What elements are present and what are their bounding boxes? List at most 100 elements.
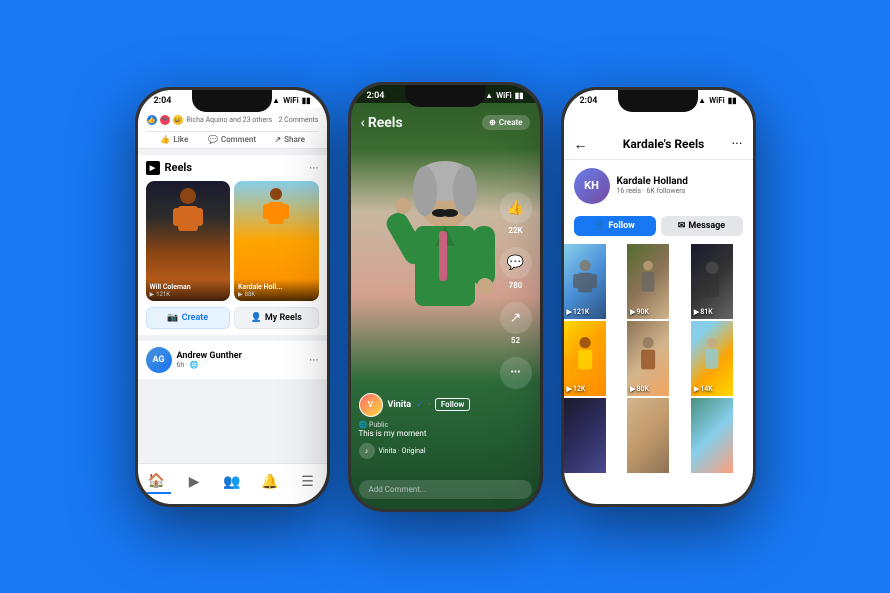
profile-reel-4[interactable]: ▶ 12K [564,321,606,396]
profile-details: Kardale Holland 16 reels · 6K followers [617,176,688,195]
more-action-icon: ••• [500,357,532,389]
nav-menu[interactable]: ☰ [293,470,323,494]
post-avatar: AG [146,347,172,373]
screen-right: 2:04 ▲▲▲ WiFi ▮▮ ← Kardale's Reels ··· K… [564,90,753,504]
comment-button[interactable]: 💬 Comment [203,135,261,144]
reel-public: 🌐 Public [359,421,490,429]
comments-count: 2 Comments [279,116,319,124]
reels-more[interactable]: ··· [309,161,318,175]
more-action[interactable]: ••• [500,357,532,389]
wifi-center: WiFi [496,91,512,100]
profile-info: KH Kardale Holland 16 reels · 6K followe… [564,160,753,212]
profile-back-button[interactable]: ← [574,136,588,153]
my-reels-icon: 👤 [251,313,262,323]
profile-title: Kardale's Reels [596,137,732,151]
message-profile-button[interactable]: ✉ Message [661,216,743,236]
profile-reel-8[interactable] [627,398,669,473]
reel-card-1[interactable]: Will Coleman ▶ 121K [146,181,231,301]
comment-bar[interactable]: Add Comment... [359,480,532,499]
nav-people[interactable]: 👥 [217,470,247,494]
person-svg [385,161,505,391]
post-time: 6h · 🌐 [177,361,242,369]
follow-profile-button[interactable]: 👤 Follow [574,216,656,236]
post-meta: Andrew Gunther 6h · 🌐 [177,351,242,369]
comment-icon: 💬 [208,135,218,144]
nav-bell[interactable]: 🔔 [255,470,285,494]
post-author: Andrew Gunther [177,351,242,361]
reel-card-2[interactable]: Kardale Holl... ▶ 88K [234,181,319,301]
like-button[interactable]: 👍 Like [146,135,204,144]
profile-reel-7[interactable] [564,398,606,473]
profile-reel-6[interactable]: ▶ 14K [691,321,733,396]
reel-overlay-2: Kardale Holl... ▶ 88K [234,279,319,301]
follow-icon: 👤 [594,221,605,231]
reels-section: ▶ Reels ··· [138,155,327,335]
reel1-views: ▶ 121K [150,291,227,298]
profile-stats: 16 reels · 6K followers [617,187,688,195]
notch-center [405,85,485,107]
bottom-nav: 🏠 ▶ 👥 🔔 ☰ [138,463,327,504]
reel-views-4: ▶ 12K [567,385,586,393]
fb-actions: 👍 Like 💬 Comment ↗ Share [146,131,319,144]
profile-reel-1[interactable]: ▶ 121K [564,244,606,319]
create-button[interactable]: 📷 Create [146,307,231,329]
reel-views-5: ▶ 80K [630,385,649,393]
battery-icon: ▮▮ [302,96,311,105]
post-header: AG Andrew Gunther 6h · 🌐 ··· [146,347,319,373]
camera-icon: ⊕ [489,118,496,127]
nav-home[interactable]: 🏠 [141,470,171,494]
right-actions: 👍 22K 💬 780 ↗ 52 ••• [500,192,532,389]
reel-buttons: 📷 Create 👤 My Reels [146,307,319,329]
follow-button[interactable]: Follow [435,398,470,411]
profile-reel-3[interactable]: ▶ 81K [691,244,733,319]
profile-reel-5[interactable]: ▶ 80K [627,321,669,396]
create-reel-button[interactable]: ⊕ Create [482,115,529,130]
create-icon: 📷 [167,313,178,323]
profile-name: Kardale Holland [617,176,688,187]
audio-text: Vinita · Original [379,447,426,455]
reaction-icons: 👍 ❤ 😆 [146,114,184,126]
profile-avatar: KH [574,168,610,204]
verified-badge: ✓ [416,400,423,409]
like-action[interactable]: 👍 22K [500,192,532,235]
profile-reel-2[interactable]: ▶ 90K [627,244,669,319]
comment-action-icon: 💬 [500,247,532,279]
profile-menu-button[interactable]: ··· [732,136,743,152]
reels-icon: ▶ [146,161,160,175]
reels-title: ▶ Reels [146,161,193,175]
profile-reel-9[interactable] [691,398,733,473]
wifi-right: WiFi [709,96,725,105]
time-left: 2:04 [154,96,172,106]
comment-action[interactable]: 💬 780 [500,247,532,290]
time-right: 2:04 [580,96,598,106]
reel-views-2: ▶ 90K [630,308,649,316]
share-button[interactable]: ↗ Share [261,135,319,144]
wifi-icon: WiFi [283,96,299,105]
profile-left: KH Kardale Holland 16 reels · 6K followe… [574,168,688,204]
reaction-text: Richa Aquino and 23 others [187,116,273,124]
post-menu[interactable]: ··· [309,353,318,367]
notch-right [618,90,698,112]
reel2-creator: Kardale Holl... [238,283,315,291]
reel2-views: ▶ 88K [238,291,315,298]
reel-username: Vinita [388,400,412,410]
reels-player[interactable]: ‹ Reels ⊕ Create 👍 22K 💬 [351,85,540,509]
reel1-creator: Will Coleman [150,283,227,291]
reaction-row: 👍 ❤ 😆 Richa Aquino and 23 others 2 Comme… [146,112,319,128]
screen-center: ‹ Reels ⊕ Create 👍 22K 💬 [351,85,540,509]
profile-reels-grid: ▶ 121K ▶ 90K [564,244,753,473]
heart-reaction: ❤ [159,114,171,126]
screen-left: 2:04 ▲▲▲ WiFi ▮▮ 👍 ❤ 😆 Richa [138,90,327,504]
my-reels-button[interactable]: 👤 My Reels [234,307,319,329]
back-icon: ‹ [361,115,365,131]
like-icon: 👍 [160,135,170,144]
reel-views-6: ▶ 14K [694,385,713,393]
reel-caption: This is my moment [359,429,490,438]
fb-header: 👍 ❤ 😆 Richa Aquino and 23 others 2 Comme… [138,108,327,149]
reel-audio-row: ♪ Vinita · Original [359,443,490,459]
reel-user-avatar: V [359,393,383,417]
share-action[interactable]: ↗ 52 [500,302,532,345]
like-action-icon: 👍 [500,192,532,224]
nav-video[interactable]: ▶ [179,470,209,494]
back-button[interactable]: ‹ Reels [361,115,403,131]
